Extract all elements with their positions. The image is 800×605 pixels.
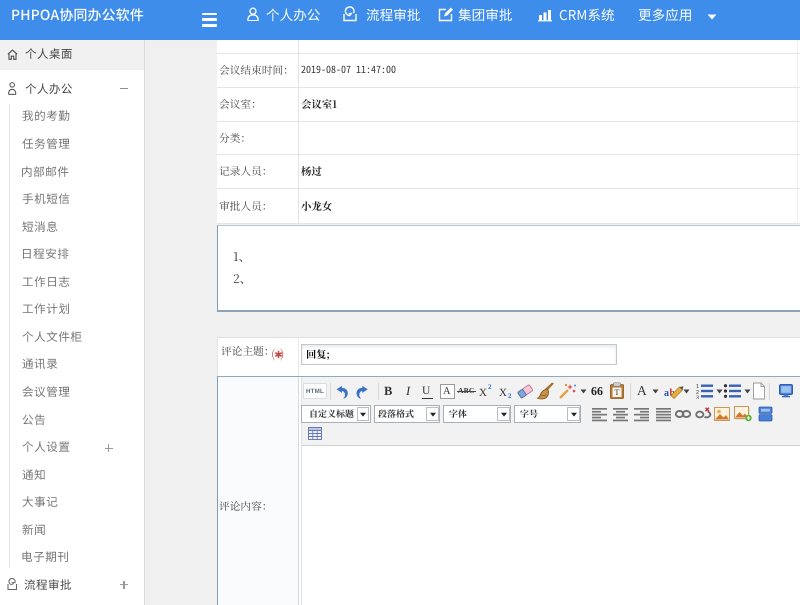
svg-text:3: 3 [696,396,699,400]
svg-text:T: T [615,388,620,397]
svg-text:a: a [664,388,669,399]
